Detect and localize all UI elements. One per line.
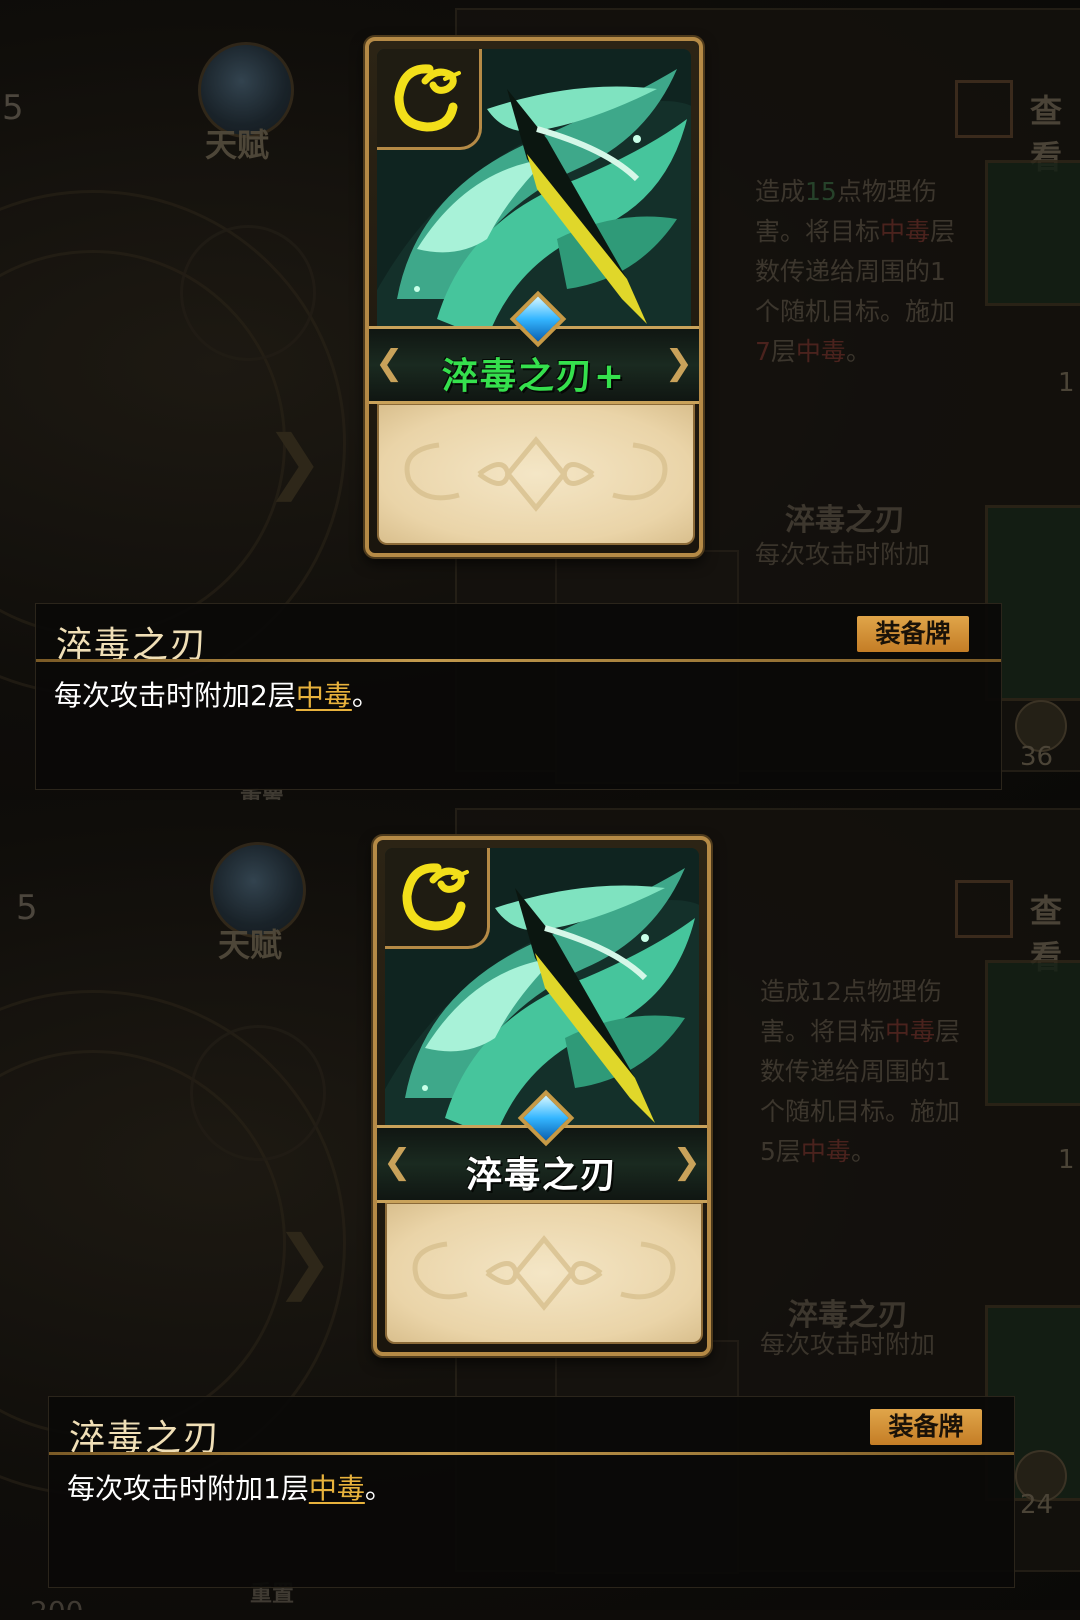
talent-label: 天赋 xyxy=(205,126,270,164)
background-card-description-2: 每次攻击时附加 xyxy=(755,540,931,569)
arrow-right-icon: ❯ xyxy=(265,420,324,502)
empty-slot-ring xyxy=(190,1025,326,1161)
keyword-poison[interactable]: 中毒 xyxy=(309,1472,365,1505)
card-info-description: 每次攻击时附加1层中毒。 xyxy=(67,1472,393,1505)
card-name: 淬毒之刃 xyxy=(465,1155,618,1196)
background-card-name: 淬毒之刃 xyxy=(785,503,905,538)
side-count: 36 xyxy=(1020,742,1054,772)
arrow-right-icon: ❯ xyxy=(275,1220,334,1302)
poison-serpent-icon xyxy=(377,49,482,150)
level-number: 5 xyxy=(2,88,24,128)
background-card-description: 造成15点物理伤害。将目标中毒层数传递给周围的1个随机目标。施加7层中毒。 xyxy=(755,177,956,366)
ornament-right-icon: ❯ xyxy=(664,343,694,383)
talent-label: 天赋 xyxy=(218,926,283,964)
filter-checkbox xyxy=(955,880,1013,938)
side-count: 1 xyxy=(1058,1145,1075,1175)
filter-checkbox xyxy=(955,80,1013,138)
card-name: 淬毒之刃+ xyxy=(441,356,627,397)
card-text-area xyxy=(377,403,695,545)
card-preview-panel-upgraded: 5 天赋 ❯ 查看 造成15点物理伤害。将目标中毒层数传递给周围的1个随机目标。… xyxy=(0,0,1080,810)
currency-amount: 200 xyxy=(30,1595,83,1610)
background-card-description: 造成12点物理伤害。将目标中毒层数传递给周围的1个随机目标。施加5层中毒。 xyxy=(760,977,961,1166)
empty-slot-ring xyxy=(180,225,316,361)
card-preview-panel-base: 5 天赋 ❯ 查看 造成12点物理伤害。将目标中毒层数传递给周围的1个随机目标。… xyxy=(0,800,1080,1610)
keyword-poison[interactable]: 中毒 xyxy=(296,679,352,712)
card-type-tag: 装备牌 xyxy=(857,616,969,652)
level-number: 5 xyxy=(16,888,38,928)
card-info-panel: 淬毒之刃 装备牌 每次攻击时附加2层中毒。 xyxy=(35,603,1002,790)
ornament-right-icon: ❯ xyxy=(672,1142,702,1182)
divider xyxy=(49,1452,1014,1455)
card-type-tag: 装备牌 xyxy=(870,1409,982,1445)
card-thumbnail xyxy=(985,960,1080,1106)
card-info-panel: 淬毒之刃 装备牌 每次攻击时附加1层中毒。 xyxy=(48,1396,1015,1588)
card-info-description: 每次攻击时附加2层中毒。 xyxy=(54,679,380,712)
card-thumbnail xyxy=(985,160,1080,306)
card[interactable]: ❮ 淬毒之刃+ ❯ xyxy=(365,37,703,557)
side-count: 1 xyxy=(1058,368,1075,398)
divider xyxy=(36,659,1001,662)
card[interactable]: ❮ 淬毒之刃 ❯ xyxy=(373,836,711,1356)
background-card-description-2: 每次攻击时附加 xyxy=(760,1330,936,1359)
card-text-area xyxy=(385,1202,703,1344)
side-count: 24 xyxy=(1020,1490,1054,1520)
poison-serpent-icon xyxy=(385,848,490,949)
